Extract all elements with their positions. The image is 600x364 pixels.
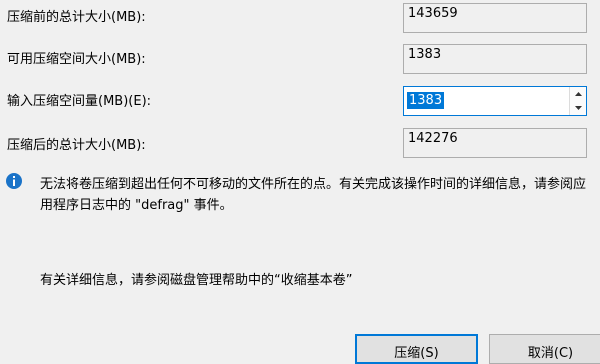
total-before-label: 压缩前的总计大小(MB): [7,10,146,25]
info-icon [6,173,22,189]
total-after-label: 压缩后的总计大小(MB): [7,138,146,153]
total-before-value: 143659 [408,6,458,21]
chevron-up-icon [574,92,582,96]
help-text: 有关详细信息，请参阅磁盘管理帮助中的“收缩基本卷” [40,273,353,288]
available-field: 1383 [403,44,587,74]
total-after-value: 142276 [408,131,458,146]
shrink-amount-spinbox[interactable]: 1383 [403,86,587,116]
spin-up-button[interactable] [570,87,586,102]
shrink-amount-label: 输入压缩空间量(MB)(E): [7,94,152,109]
spin-down-button[interactable] [570,101,586,115]
spin-buttons [569,87,586,115]
total-after-field: 142276 [403,128,587,158]
info-message: 无法将卷压缩到超出任何不可移动的文件所在的点。有关完成该操作时间的详细信息，请参… [40,177,587,213]
shrink-amount-value: 1383 [407,92,445,109]
total-before-field: 143659 [403,3,587,33]
shrink-button[interactable]: 压缩(S) [355,334,478,364]
available-label: 可用压缩空间大小(MB): [7,52,146,67]
cancel-button[interactable]: 取消(C) [489,334,600,364]
available-value: 1383 [408,47,442,62]
chevron-down-icon [574,106,582,110]
